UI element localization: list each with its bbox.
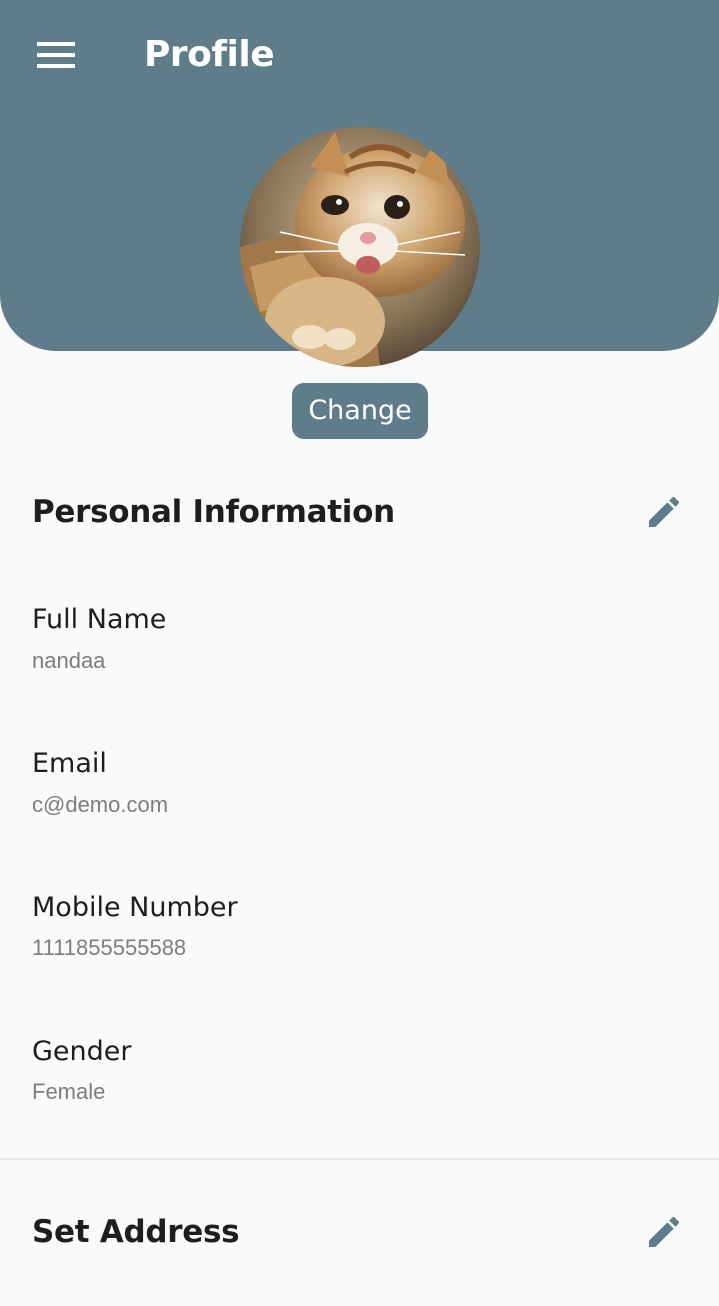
edit-address-button[interactable]: [640, 1208, 688, 1256]
hamburger-menu-icon: [37, 42, 75, 68]
mobile-number-label: Mobile Number: [32, 892, 238, 923]
mobile-number-value: 1111855555588: [32, 935, 187, 960]
page-title: Profile: [144, 34, 275, 75]
section-divider: [0, 1158, 719, 1160]
avatar[interactable]: [240, 127, 480, 367]
pencil-icon: [649, 1216, 680, 1247]
change-photo-button[interactable]: Change: [292, 383, 428, 439]
personal-information-title: Personal Information: [32, 494, 395, 530]
gender-value: Female: [32, 1079, 106, 1104]
profile-screen: Profile Change Personal Information Full…: [0, 0, 719, 1306]
email-label: Email: [32, 748, 107, 779]
gender-label: Gender: [32, 1036, 132, 1067]
menu-button[interactable]: [28, 35, 84, 75]
cat-photo-image: [240, 127, 480, 367]
email-value: c@demo.com: [32, 792, 169, 817]
pencil-icon: [649, 496, 680, 527]
edit-personal-information-button[interactable]: [640, 488, 688, 536]
full-name-label: Full Name: [32, 604, 167, 635]
set-address-title: Set Address: [32, 1214, 240, 1250]
full-name-value: nandaa: [32, 648, 106, 673]
